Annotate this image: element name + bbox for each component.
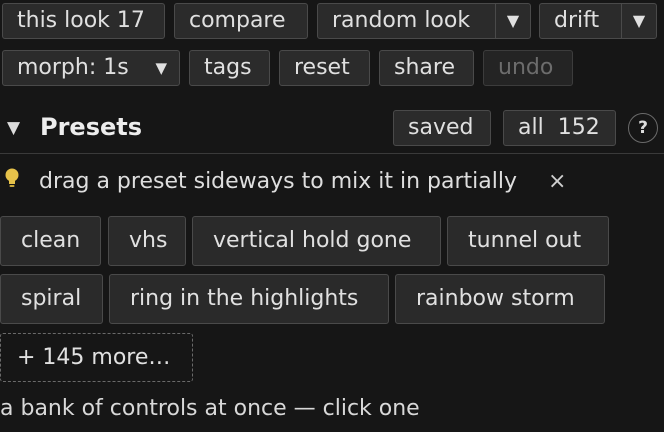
preset-chip[interactable]: tunnel out — [447, 216, 609, 266]
chevron-down-icon: ▼ — [155, 59, 167, 77]
saved-label: saved — [408, 115, 474, 140]
compare-button[interactable]: compare — [174, 3, 308, 39]
all-filter-button[interactable]: all 152 — [503, 110, 616, 146]
more-presets-button[interactable]: + 145 more… — [0, 333, 193, 382]
preset-chip[interactable]: vertical hold gone — [192, 216, 441, 266]
lightbulb-icon — [5, 168, 19, 187]
footer-text: a bank of controls at once — click one — [0, 396, 420, 421]
morph-value: morph: 1s — [17, 55, 129, 80]
compare-label: compare — [189, 8, 286, 33]
reset-button[interactable]: reset — [279, 50, 370, 86]
share-button[interactable]: share — [379, 50, 474, 86]
all-label: all — [518, 115, 544, 140]
collapse-toggle-icon[interactable]: ▼ — [7, 118, 20, 138]
all-count: 152 — [557, 115, 600, 140]
preset-chip[interactable]: rainbow storm — [395, 274, 605, 324]
section-divider — [0, 153, 664, 154]
this-look-label: this look 17 — [17, 8, 145, 33]
undo-button[interactable]: undo — [483, 50, 573, 86]
close-icon[interactable]: × — [548, 169, 566, 194]
drift-label: drift — [554, 8, 600, 33]
tags-button[interactable]: tags — [189, 50, 270, 86]
drift-split-button[interactable]: drift ▼ — [539, 3, 657, 39]
tags-label: tags — [204, 55, 252, 80]
help-button[interactable]: ? — [628, 113, 658, 143]
preset-chip[interactable]: clean — [0, 216, 101, 266]
random-look-label: random look — [332, 8, 471, 33]
share-label: share — [394, 55, 455, 80]
this-look-button[interactable]: this look 17 — [2, 3, 165, 39]
morph-select[interactable]: morph: 1s ▼ — [2, 50, 180, 86]
random-look-split-button[interactable]: random look ▼ — [317, 3, 531, 39]
preset-chip[interactable]: ring in the highlights — [109, 274, 389, 324]
saved-filter-button[interactable]: saved — [393, 110, 491, 146]
preset-chip[interactable]: vhs — [108, 216, 186, 266]
reset-label: reset — [294, 55, 350, 80]
preset-chip[interactable]: spiral — [0, 274, 103, 324]
presets-title: Presets — [40, 113, 143, 141]
hint-text: drag a preset sideways to mix it in part… — [39, 169, 517, 194]
undo-label: undo — [498, 55, 554, 80]
random-look-menu-button[interactable]: ▼ — [495, 4, 530, 38]
drift-menu-button[interactable]: ▼ — [621, 4, 656, 38]
